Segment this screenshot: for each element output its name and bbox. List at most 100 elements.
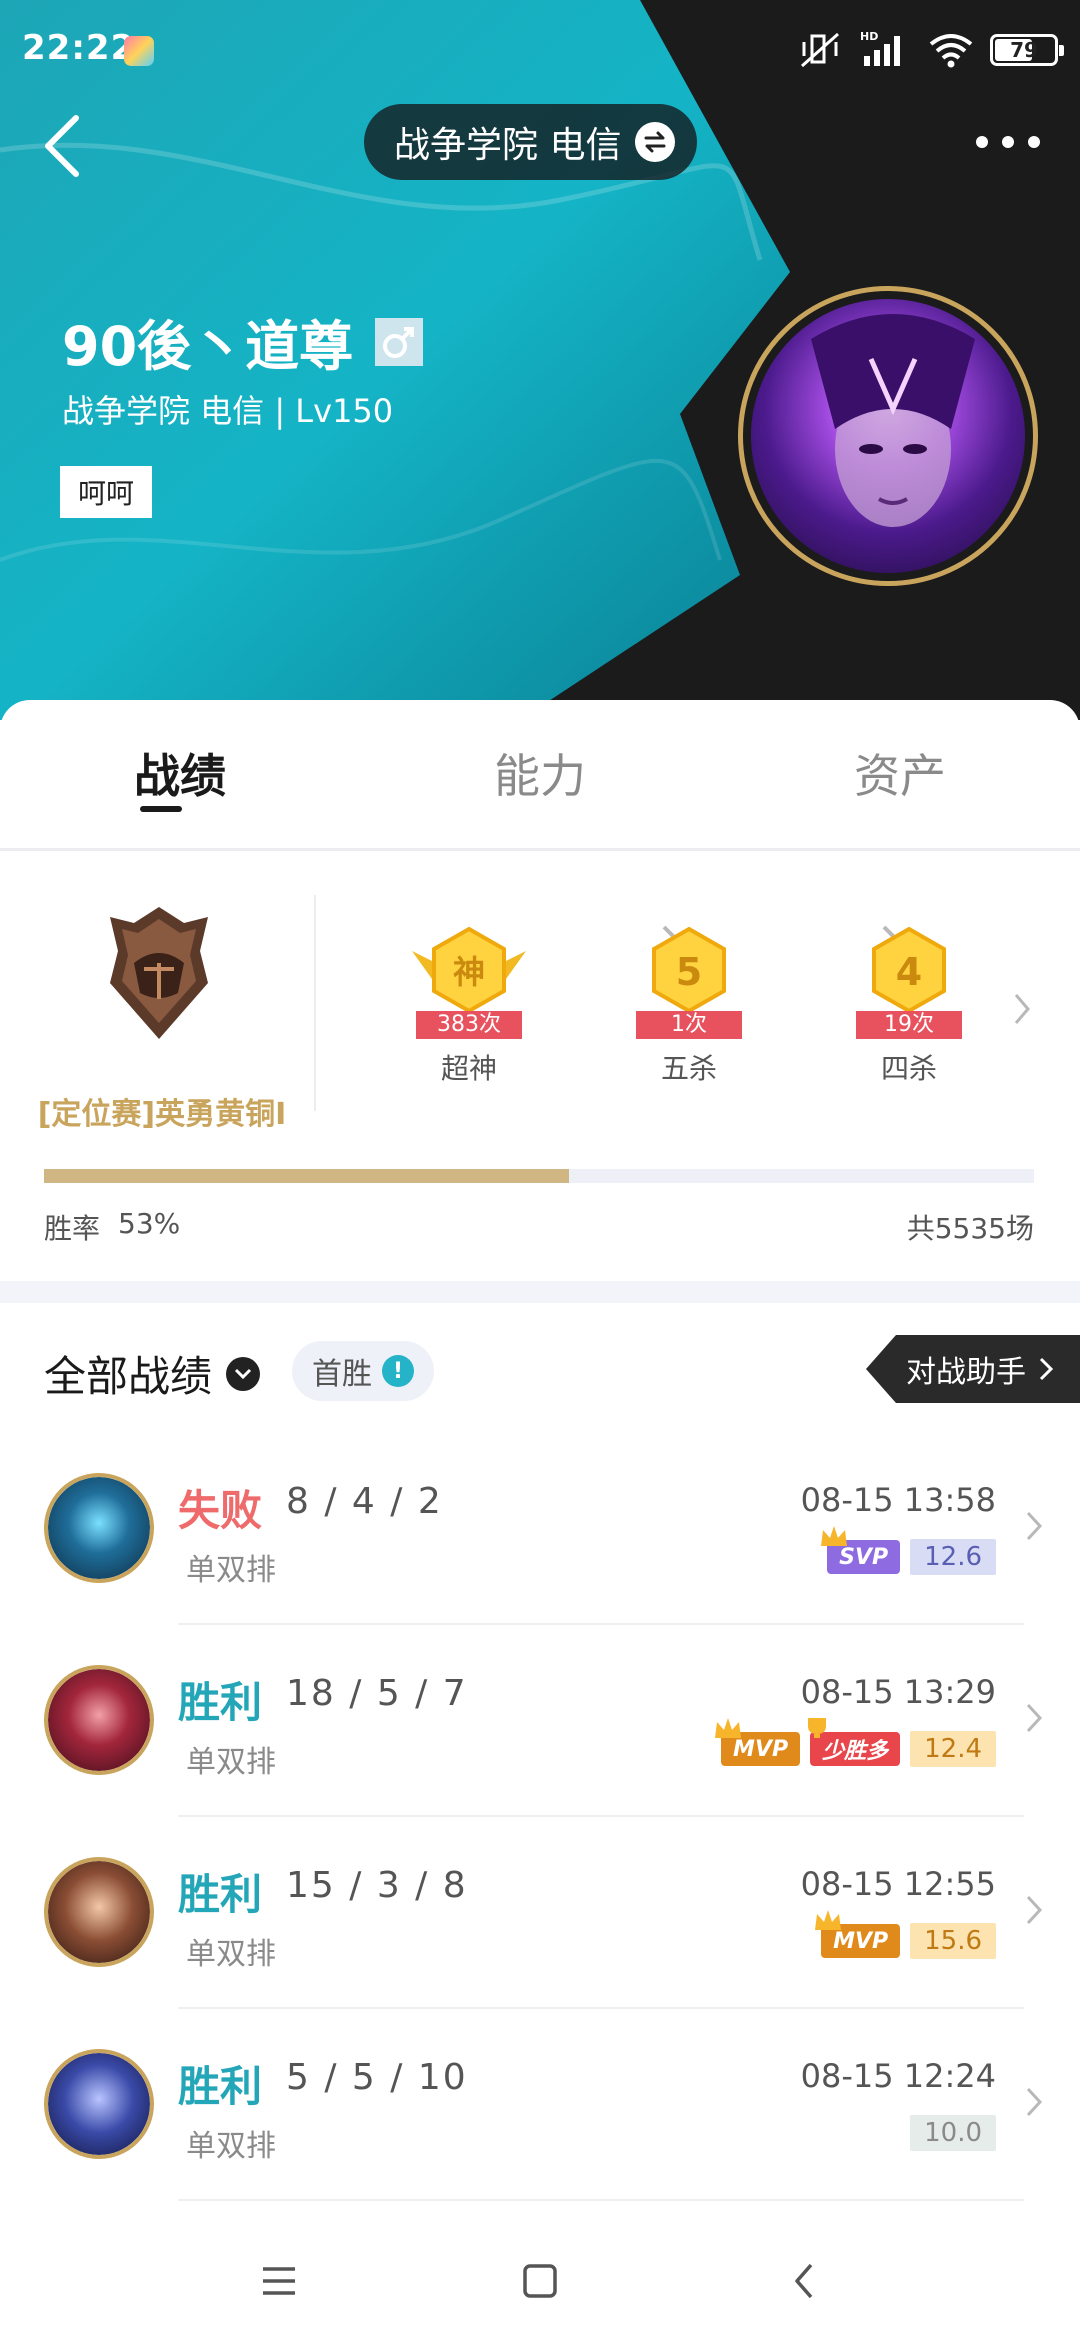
match-kda: 5 / 5 / 10 [286,2057,468,2098]
match-badges: MVP 15.6 [815,1910,996,1959]
match-badges: MVP 少胜多 12.4 [715,1718,996,1767]
svg-text:5: 5 [676,950,702,994]
match-result: 失败 [178,1486,263,1535]
match-row[interactable]: 胜利 15 / 3 / 8 单双排 08-15 12:55 MVP 15.6 [0,1817,1080,2009]
swap-icon [635,122,676,162]
bronze-rank-emblem[interactable] [104,903,214,1043]
achievement-count: 19次 [856,1011,962,1039]
menu-button[interactable] [244,2246,314,2316]
chevron-right-icon [1026,1511,1043,1541]
match-mode: 单双排 [186,1937,276,1972]
chevron-right-icon[interactable] [1010,989,1034,1029]
winrate-bar [44,1169,1034,1183]
crown-icon [815,1910,842,1930]
match-row[interactable]: 失败 8 / 4 / 2 单双排 08-15 13:58 SVP 12.6 [0,1433,1080,1625]
tab-record[interactable]: 战绩 [70,740,290,806]
chevron-down-icon [226,1356,261,1391]
crown-icon [821,1526,848,1546]
app-notification-icon [124,36,154,66]
dot-icon [1002,136,1014,148]
mvp-badge: MVP [815,1910,901,1958]
achievement-label: 四杀 [880,1052,937,1085]
winrate: 胜率 53% [44,1207,180,1247]
player-tag[interactable]: 呵呵 [60,466,153,518]
status-bar: 22:22 HD 79 [0,0,1080,100]
match-result: 胜利 [178,2062,263,2111]
match-history: 全部战绩 首胜 ! 对战助手 失败 8 / 4 / 2 单双排 08-15 13… [0,1303,1080,2220]
match-kda: 8 / 4 / 2 [286,1481,443,1522]
active-tab-indicator [140,806,182,812]
champion-avatar [44,1665,154,1775]
svg-text:HD: HD [860,30,878,43]
svp-badge: SVP [821,1526,901,1574]
back-button[interactable] [36,110,86,180]
crown-icon [715,1718,742,1738]
server-switch-button[interactable]: 战争学院 电信 [364,104,698,180]
mvp-badge: MVP [715,1718,801,1766]
tab-assets[interactable]: 资产 [790,740,1010,806]
match-result: 胜利 [178,1870,263,1919]
profile-hero: 22:22 HD 79 战争学院 电信 90後丶道尊 战争学院 电信 | Lv1… [0,0,1080,720]
avatar-image [751,299,1025,573]
champion-avatar [44,1473,154,1583]
winrate-bar-fill [44,1169,569,1183]
system-back-button[interactable] [768,2246,838,2316]
match-filter-label: 全部战绩 [44,1352,213,1401]
first-win-pill[interactable]: 首胜 ! [292,1341,434,1401]
male-gender-icon [375,317,424,366]
battle-assistant-button[interactable]: 对战助手 [866,1335,1080,1403]
match-kda: 18 / 5 / 7 [286,1673,468,1714]
achievement-label: 超神 [440,1052,497,1085]
match-time: 08-15 13:29 [800,1673,996,1711]
info-icon: ! [382,1355,414,1387]
winrate-value: 53% [118,1207,181,1240]
match-result: 胜利 [178,1678,263,1727]
divider [178,2199,1024,2201]
chevron-right-icon [1039,1357,1054,1381]
achievement-label: 五杀 [660,1052,717,1085]
match-time: 08-15 12:24 [800,2057,996,2095]
dot-icon [1028,136,1040,148]
signal-icon: HD [860,30,900,66]
tab-ability[interactable]: 能力 [430,740,650,806]
first-win-label: 首胜 [312,1357,372,1392]
achievement-count: 1次 [636,1011,742,1039]
total-games: 共5535场 [906,1212,1034,1245]
battle-assistant-label: 对战助手 [906,1355,1026,1390]
tab-bar: 战绩 能力 资产 [0,700,1080,848]
chevron-right-icon [1026,1895,1043,1925]
svg-text:神: 神 [453,953,485,991]
underdog-win-badge: 少胜多 [808,1718,901,1766]
match-filter-dropdown[interactable]: 全部战绩 [44,1343,261,1404]
match-badges: 10.0 [910,2115,996,2151]
match-row[interactable]: 胜利 18 / 5 / 7 单双排 08-15 13:29 MVP 少胜多 12… [0,1625,1080,1817]
match-mode: 单双排 [186,1745,276,1780]
match-score: 10.0 [910,2115,996,2151]
divider [314,895,316,1111]
chevron-right-icon [1026,2087,1043,2117]
back-triangle-icon [795,2263,813,2299]
player-avatar[interactable] [738,286,1038,586]
champion-avatar [44,1857,154,1967]
wifi-icon [929,34,973,68]
player-server-level: 战争学院 电信 | Lv150 [62,392,394,430]
achievement-pentakill[interactable]: 5 1次 五杀 [614,921,764,1087]
rank-label: [定位赛]英勇黄铜I [37,1097,287,1132]
champion-avatar [44,2049,154,2159]
server-name: 战争学院 电信 [394,125,622,166]
match-time: 08-15 12:55 [800,1865,996,1903]
menu-icon [263,2267,295,2295]
match-score: 12.6 [910,1539,996,1575]
achievement-quadrakill[interactable]: 4 19次 四杀 [834,921,984,1087]
match-mode: 单双排 [186,2129,276,2164]
trophy-icon [808,1718,827,1738]
match-score: 12.4 [910,1731,996,1767]
more-options-button[interactable] [976,122,1040,162]
home-square-icon [523,2264,557,2298]
chevron-right-icon [1026,1703,1043,1733]
match-row[interactable]: 胜利 5 / 5 / 10 单双排 08-15 12:24 10.0 [0,2009,1080,2201]
home-button[interactable] [505,2246,575,2316]
achievement-godlike[interactable]: 神 383次 超神 [394,921,544,1087]
svg-text:4: 4 [896,950,922,994]
dot-icon [976,136,988,148]
